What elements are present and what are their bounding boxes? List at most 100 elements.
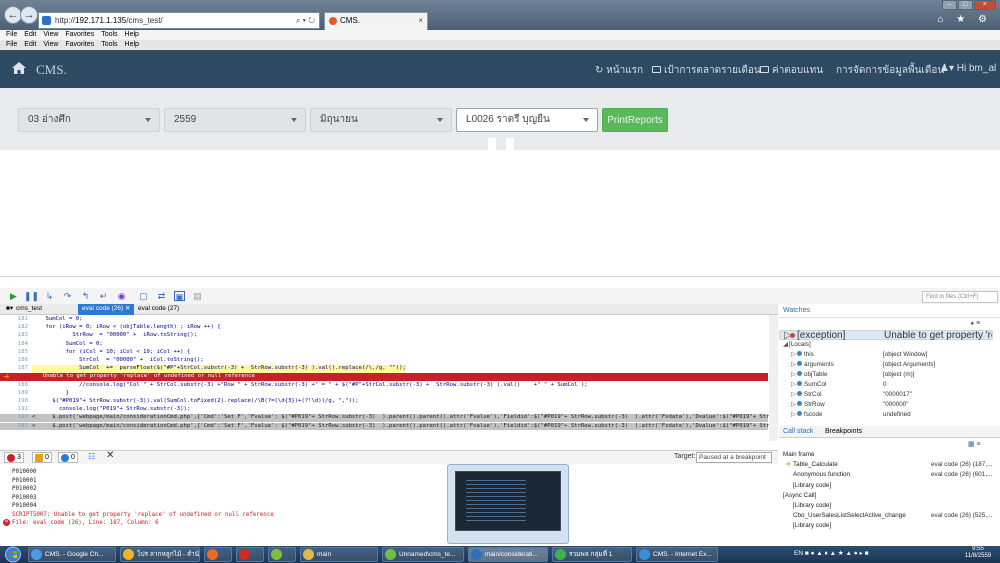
word-wrap-icon[interactable]: ⇄ <box>156 291 167 301</box>
tray-icons[interactable]: ■ ● ▲ ♦ ▲ ★ ▲ ● ▸ ■ <box>805 550 869 557</box>
tab-eval-code-27[interactable]: eval code (27) <box>134 304 183 315</box>
expand-icon[interactable]: ▷ <box>791 380 797 390</box>
step-out-icon[interactable]: ↰ <box>80 291 91 301</box>
watch-row[interactable]: ◢[Locals] <box>779 340 993 350</box>
close-tab-icon[interactable]: ✕ <box>125 305 130 312</box>
console-log-line[interactable]: P010004 <box>12 502 36 510</box>
break-on-new-worker-icon[interactable]: ↵ <box>98 291 109 301</box>
callstack-row[interactable]: Main frame <box>779 450 993 460</box>
menu-file[interactable]: File <box>6 30 17 40</box>
taskbar-button[interactable] <box>268 547 296 562</box>
nav-home[interactable]: ↻ หน้าแรก <box>595 63 643 78</box>
forward-button[interactable]: → <box>20 6 38 24</box>
watch-row[interactable]: ▷ objTable [object (m)] <box>779 370 993 380</box>
console-error-line[interactable]: SCRIPT5007: Unable to get property 'repl… <box>12 511 274 519</box>
continue-icon[interactable]: ▶ <box>8 291 19 301</box>
windows-start-icon[interactable] <box>2 546 24 563</box>
breakpoint-icon[interactable]: ▤ <box>192 291 203 301</box>
callstack-row[interactable]: Anonymous function eval code (26) (601,..… <box>779 470 993 480</box>
taskbar-button[interactable]: โปร ลากหลูกไม้ - สำนัก... <box>120 547 200 562</box>
code-scrollbar[interactable] <box>769 315 778 441</box>
menu-edit[interactable]: Edit <box>24 40 36 50</box>
taskbar-button[interactable] <box>204 547 232 562</box>
console-error-line[interactable]: File: eval code (26), Line: 187, Column:… <box>12 519 159 527</box>
staff-select[interactable]: L0026 ราตรี บุญยืน <box>456 108 598 132</box>
code-line[interactable]: 182 for (iRow = 0; iRow < (objTable.leng… <box>0 324 768 332</box>
tab-eval-code-26[interactable]: eval code (26) ✕ <box>78 304 135 315</box>
warning-count-badge[interactable]: 0 <box>32 452 52 463</box>
add-watch-icon[interactable]: ◕ ≡ <box>970 320 980 327</box>
browser-tab[interactable]: CMS. × <box>324 12 428 30</box>
menu-help[interactable]: Help <box>125 40 139 50</box>
browser-toolbar-icons[interactable]: ⌂ ★ ⚙ <box>937 14 992 25</box>
brand-logo-text[interactable]: CMS. <box>36 62 67 78</box>
code-line[interactable]: 183 StrRow = "00000" + iRow.toString(); <box>0 332 768 340</box>
expand-icon[interactable]: ▷ <box>791 410 797 420</box>
pause-icon[interactable]: ❚❚ <box>24 291 39 301</box>
user-menu[interactable]: ♟▾ Hi bm_al <box>940 63 996 74</box>
code-line[interactable]: 186 StrCol = "00000" + iCol.toString(); <box>0 357 768 365</box>
nav-data-management[interactable]: การจัดการข้อมูลพื้นเดือน <box>836 63 944 78</box>
tab-close-icon[interactable]: × <box>418 13 423 29</box>
menu-view[interactable]: View <box>43 40 58 50</box>
watch-row[interactable]: ▷ this [object Window] <box>779 350 993 360</box>
error-count-badge[interactable]: 3 <box>4 452 24 463</box>
callstack-row[interactable]: [Async Call] <box>779 491 993 501</box>
expand-icon[interactable]: ▷ <box>791 350 797 360</box>
callstack-row[interactable]: [Library code] <box>779 481 993 491</box>
code-line[interactable]: 190 $("#P019"+ StrRow.substr(-3)).val(Su… <box>0 398 768 406</box>
code-line[interactable]: 185 for (iCol = 10; iCol < 19; iCol ++) … <box>0 349 768 357</box>
filter-console-icon[interactable]: ☷ <box>88 452 95 461</box>
tab-call-stack[interactable]: Call stack <box>783 426 813 438</box>
console-log-line[interactable]: P010001 <box>12 477 36 485</box>
code-line[interactable]: 187 SumCol += parseFloat($("#P"+StrCol.s… <box>0 365 768 373</box>
inline-error-message[interactable]: Unable to get property 'replace' of unde… <box>0 373 768 382</box>
code-line[interactable]: 192 < $.post('webpage/main/considerationC… <box>0 414 778 423</box>
taskbar-button[interactable]: main <box>300 547 378 562</box>
close-window-button[interactable]: × <box>973 0 996 10</box>
month-select[interactable]: มิถุนายน <box>310 108 452 132</box>
code-editor[interactable]: 181 SumCol = 0; 182 for (iRow = 0; iRow <… <box>0 315 778 441</box>
menu-file[interactable]: File <box>6 40 17 50</box>
code-line[interactable]: 181 SumCol = 0; <box>0 316 768 324</box>
watches-list[interactable]: ▷[exception]Unable to get property 'repl… <box>779 330 995 426</box>
taskbar-button[interactable]: รวมพล กลุ่มที่ 1 <box>552 547 632 562</box>
code-line[interactable]: 192 < $.post('webpage/main/considerationC… <box>0 422 778 431</box>
menu-favorites[interactable]: Favorites <box>65 40 94 50</box>
watch-row[interactable]: ▷ arguments [object Arguments] <box>779 360 993 370</box>
taskbar-button[interactable]: CMS. - Google Ch... <box>28 547 116 562</box>
callstack-options-icon[interactable]: ▦ ≡ <box>968 440 981 448</box>
year-select[interactable]: 2559 <box>164 108 306 132</box>
step-over-icon[interactable]: ↷ <box>62 291 73 301</box>
expand-icon[interactable]: ▷ <box>791 400 797 410</box>
language-indicator[interactable]: EN <box>794 550 803 557</box>
system-tray[interactable]: EN ■ ● ▲ ♦ ▲ ★ ▲ ● ▸ ■ <box>794 549 869 557</box>
callstack-row[interactable]: [Library code] <box>779 501 993 511</box>
maximize-button[interactable]: □ <box>957 0 973 10</box>
code-line[interactable]: 188 //console.log("Col " + StrCol.substr… <box>0 382 768 390</box>
callstack-list[interactable]: Main frame Table_Calculate eval code (26) … <box>779 450 995 540</box>
clear-console-icon[interactable]: ✕ <box>106 450 114 461</box>
watch-row[interactable]: ▷ StrCol "0000017" <box>779 390 993 400</box>
minimize-button[interactable]: – <box>942 0 957 10</box>
code-line[interactable]: 191 console.log("P019"+ StrRow.substr(-3… <box>0 406 768 414</box>
taskbar-button[interactable] <box>236 547 264 562</box>
pretty-print-icon[interactable]: ▢ <box>138 291 149 301</box>
watch-row[interactable]: ▷ fscode undefined <box>779 410 993 420</box>
callstack-row[interactable]: Table_Calculate eval code (26) (187,... ➜ <box>779 460 993 470</box>
taskbar-button[interactable]: Unnamed\cms_te... <box>382 547 464 562</box>
exception-behavior-icon[interactable]: ◉ <box>116 291 127 301</box>
code-line[interactable]: 189 } <box>0 390 768 398</box>
watch-row[interactable]: ▷ StrRow "000000" <box>779 400 993 410</box>
expand-icon[interactable]: ▷ <box>791 390 797 400</box>
system-clock[interactable]: 9:55 11/8/2559 <box>958 546 998 560</box>
just-my-code-icon[interactable]: ▣ <box>174 291 185 302</box>
expand-icon[interactable]: ▷ <box>791 360 797 370</box>
taskbar-button[interactable]: CMS. - Internet Ex... <box>636 547 718 562</box>
watch-row[interactable]: ▷[exception]Unable to get property 'repl… <box>779 330 993 341</box>
print-reports-button[interactable]: PrintReports <box>602 108 668 132</box>
console-log-line[interactable]: P010003 <box>12 494 36 502</box>
info-count-badge[interactable]: 0 <box>58 452 78 463</box>
callstack-row[interactable]: Cbo_UserSalesListSelectActive_change eval… <box>779 511 993 521</box>
menu-tools[interactable]: Tools <box>101 40 117 50</box>
